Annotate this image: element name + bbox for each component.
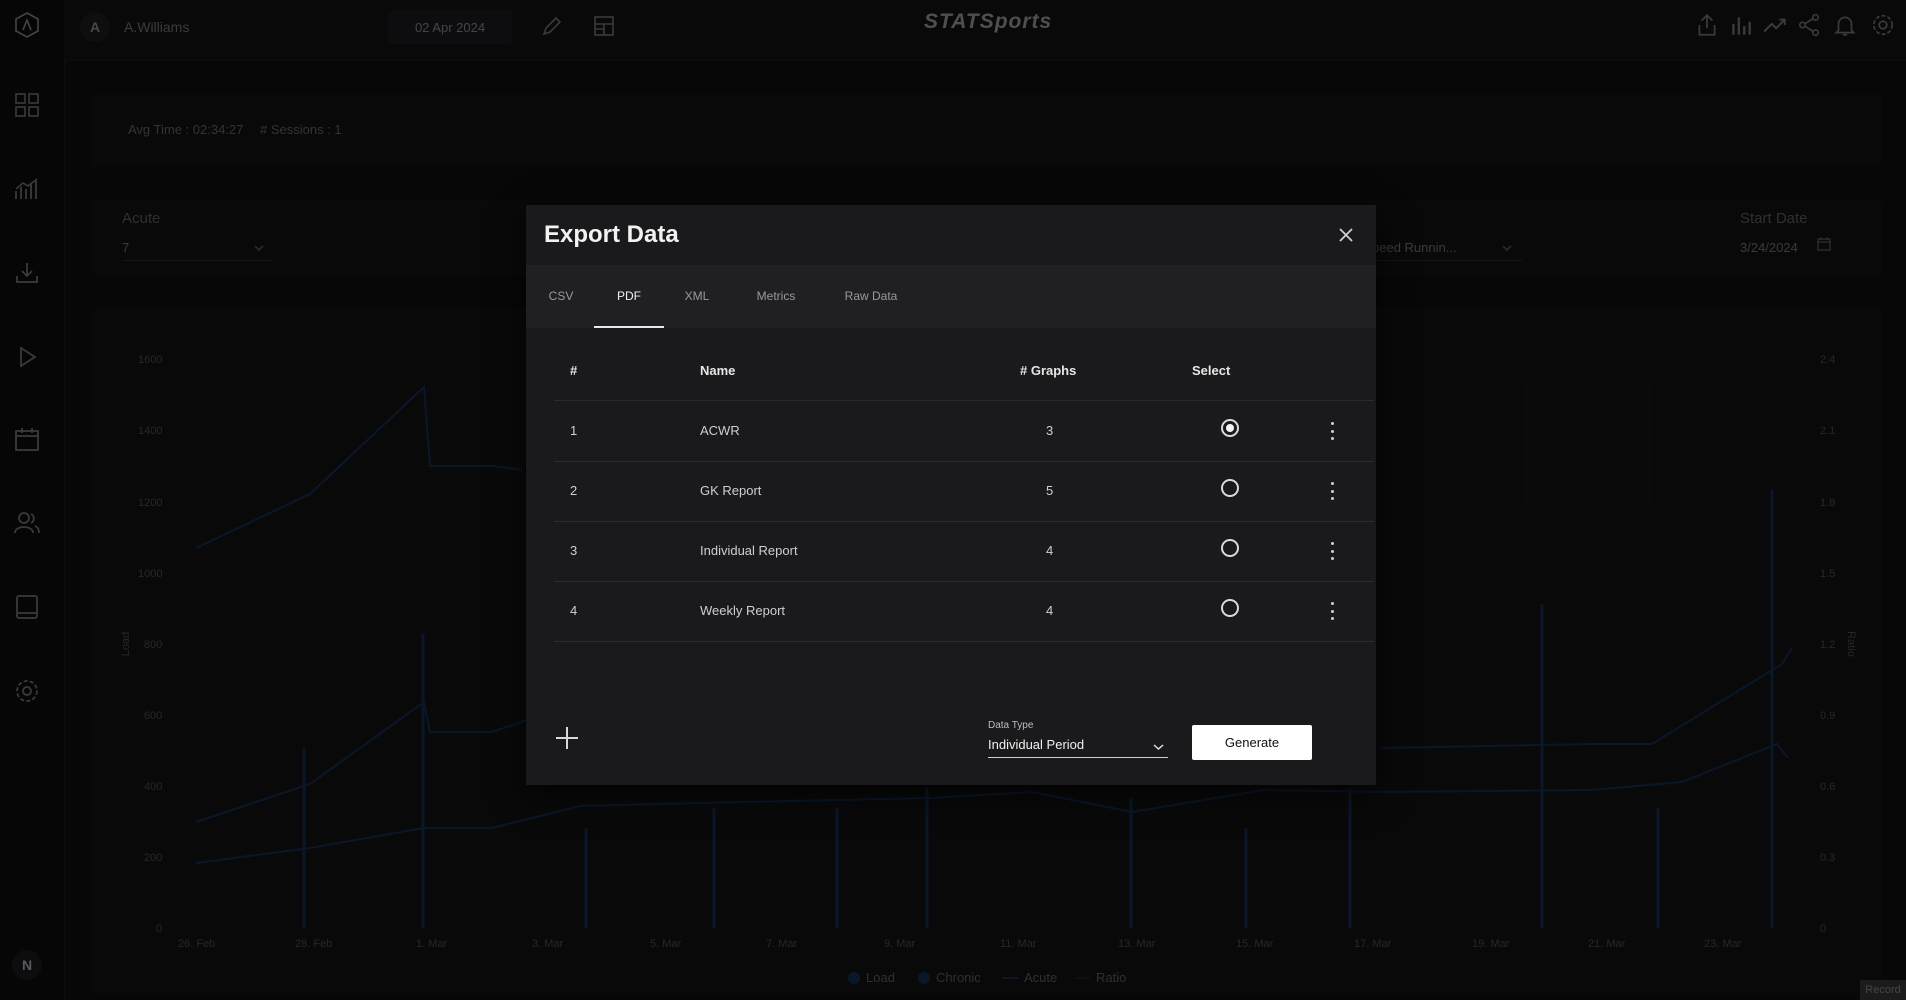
plus-icon bbox=[556, 727, 578, 749]
column-header-graphs: # Graphs bbox=[1020, 363, 1077, 378]
export-tabs: CSV PDF XML Metrics Raw Data bbox=[526, 265, 1376, 328]
row-name: GK Report bbox=[700, 483, 762, 498]
select-radio[interactable] bbox=[1221, 539, 1239, 557]
select-radio-selected[interactable] bbox=[1221, 419, 1239, 437]
data-type-value: Individual Period bbox=[988, 737, 1085, 752]
row-menu-icon[interactable] bbox=[1324, 419, 1340, 443]
row-menu-icon[interactable] bbox=[1324, 539, 1340, 563]
column-header-select: Select bbox=[1192, 363, 1231, 378]
table-row[interactable]: 4 Weekly Report 4 bbox=[554, 581, 1374, 642]
row-graphs: 4 bbox=[1046, 543, 1054, 558]
generate-button[interactable]: Generate bbox=[1192, 725, 1312, 760]
export-data-modal: Export Data CSV PDF XML Metrics Raw Data… bbox=[526, 205, 1376, 785]
row-graphs: 3 bbox=[1046, 423, 1054, 438]
row-name: ACWR bbox=[700, 423, 740, 438]
select-radio[interactable] bbox=[1221, 479, 1239, 497]
modal-header: Export Data bbox=[526, 205, 1376, 265]
column-header-number: # bbox=[570, 363, 578, 378]
tab-pdf[interactable]: PDF bbox=[594, 265, 664, 328]
tab-xml[interactable]: XML bbox=[662, 265, 732, 328]
close-button[interactable] bbox=[1334, 223, 1358, 247]
tab-csv[interactable]: CSV bbox=[526, 265, 596, 328]
row-number: 1 bbox=[570, 423, 578, 438]
row-graphs: 4 bbox=[1046, 603, 1054, 618]
table-row[interactable]: 1 ACWR 3 bbox=[554, 401, 1374, 462]
add-report-button[interactable] bbox=[554, 725, 580, 751]
row-number: 2 bbox=[570, 483, 578, 498]
close-icon bbox=[1339, 228, 1353, 242]
column-header-name: Name bbox=[700, 363, 736, 378]
row-menu-icon[interactable] bbox=[1324, 479, 1340, 503]
chevron-down-icon bbox=[1153, 744, 1164, 751]
data-type-select[interactable]: Individual Period bbox=[988, 735, 1168, 758]
data-type-label: Data Type bbox=[988, 720, 1034, 731]
row-graphs: 5 bbox=[1046, 483, 1054, 498]
select-radio[interactable] bbox=[1221, 599, 1239, 617]
row-name: Individual Report bbox=[700, 543, 798, 558]
table-row[interactable]: 3 Individual Report 4 bbox=[554, 521, 1374, 582]
modal-title: Export Data bbox=[544, 221, 679, 248]
table-row[interactable]: 2 GK Report 5 bbox=[554, 461, 1374, 522]
tab-raw-data[interactable]: Raw Data bbox=[820, 265, 922, 328]
row-number: 3 bbox=[570, 543, 578, 558]
row-number: 4 bbox=[570, 603, 578, 618]
row-name: Weekly Report bbox=[700, 603, 786, 618]
tab-metrics[interactable]: Metrics bbox=[732, 265, 820, 328]
row-menu-icon[interactable] bbox=[1324, 599, 1340, 623]
